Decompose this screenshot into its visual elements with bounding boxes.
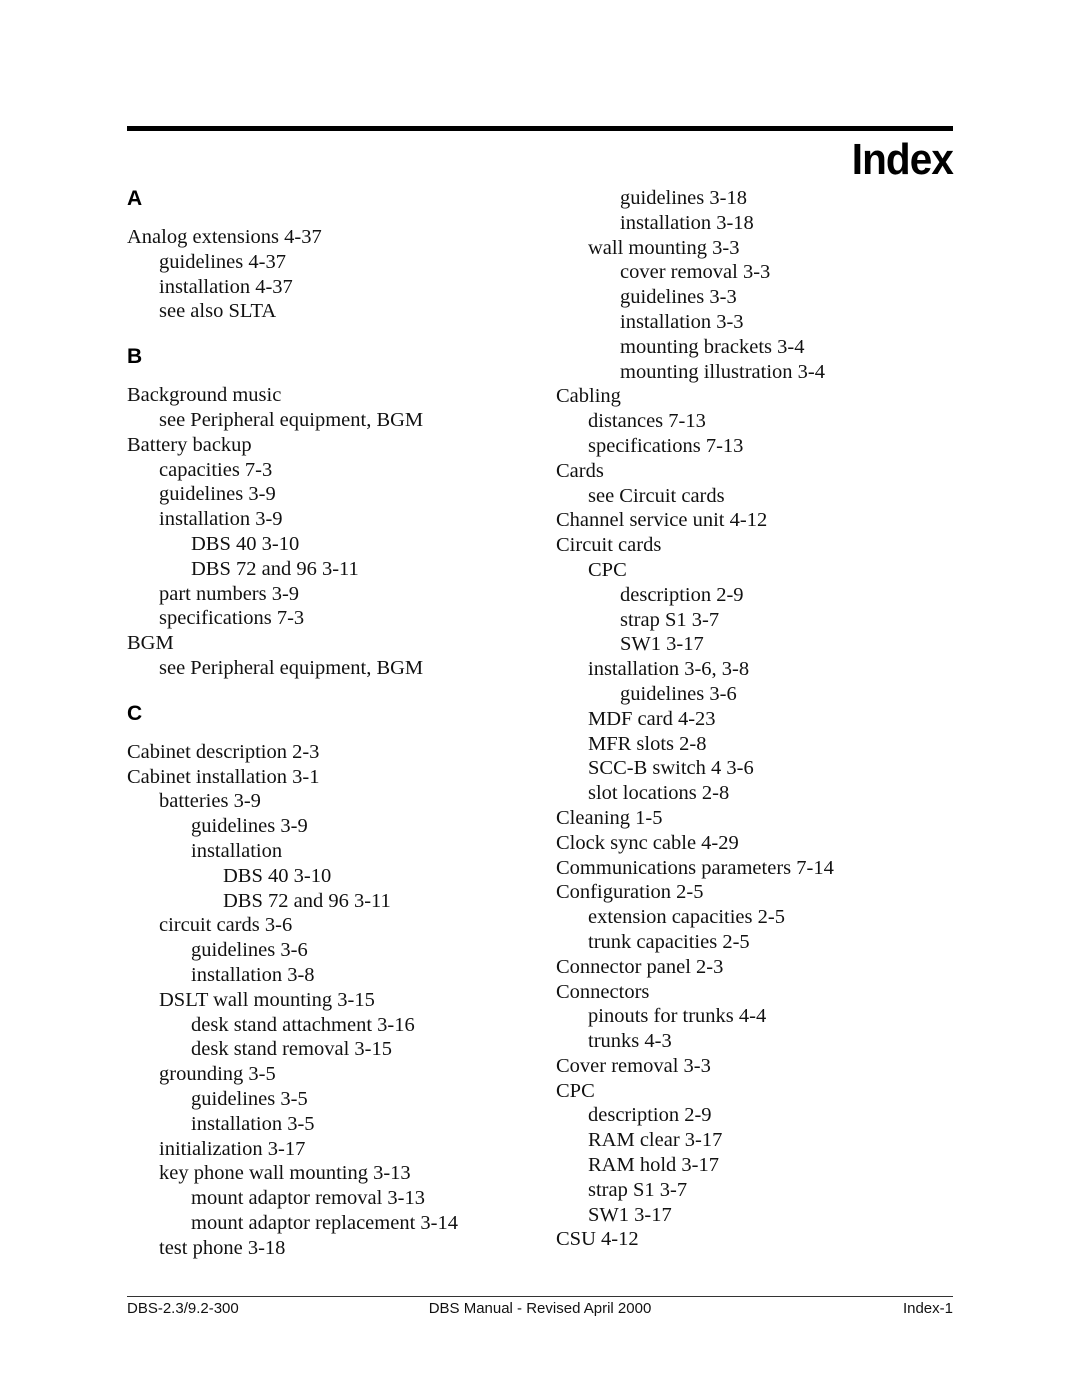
index-entry: installation 3-9 [159, 508, 283, 531]
index-entry: key phone wall mounting 3-13 [159, 1162, 411, 1185]
index-entry: desk stand removal 3-15 [191, 1038, 392, 1061]
index-entry: mount adaptor replacement 3-14 [191, 1211, 458, 1234]
index-entry: DBS 40 3-10 [223, 864, 332, 887]
index-entry: trunk capacities 2-5 [588, 930, 750, 953]
index-entry: Clock sync cable 4-29 [556, 831, 739, 854]
index-entry: installation [191, 839, 283, 862]
index-entry: Connectors [556, 980, 650, 1003]
footer-rule [127, 1296, 953, 1297]
index-entry: mount adaptor removal 3-13 [191, 1187, 425, 1210]
index-entry: distances 7-13 [588, 410, 706, 433]
section-letter: C [127, 701, 143, 725]
section-entries-continued: guidelines 3-18 installation 3-18 wall mou… [556, 186, 956, 1252]
index-entry: MFR slots 2-8 [588, 732, 707, 755]
index-entry: mounting illustration 3-4 [620, 360, 825, 383]
index-entry: CPC [588, 558, 627, 581]
index-entry: installation 3-6, 3-8 [588, 658, 750, 681]
index-entry: DBS 72 and 96 3-11 [223, 889, 391, 912]
index-entry: mounting brackets 3-4 [620, 335, 805, 358]
index-entry: Cabinet installation 3-1 [127, 765, 320, 788]
index-entry: guidelines 3-5 [191, 1087, 308, 1110]
index-column-left: A Analog extensions 4-37 guidelines 4-37 i… [127, 186, 527, 1280]
index-entry: specifications 7-3 [159, 607, 305, 630]
index-entry: Cleaning 1-5 [556, 806, 663, 829]
index-entry: MDF card 4-23 [588, 707, 716, 730]
index-entry: Analog extensions 4-37 [127, 226, 322, 248]
index-entry: wall mounting 3-3 [588, 236, 740, 259]
index-entry: desk stand attachment 3-16 [191, 1013, 415, 1036]
index-entry: description 2-9 [588, 1104, 712, 1127]
index-entry: see Peripheral equipment, BGM [159, 408, 424, 431]
header-rule [127, 126, 953, 131]
index-entry: see Peripheral equipment, BGM [159, 656, 424, 679]
index-entry: guidelines 3-9 [191, 815, 308, 838]
index-entry: guidelines 3-9 [159, 483, 276, 506]
index-entry: Cards [556, 459, 604, 482]
index-section-c: C Cabinet description 2-3 Cabinet install… [127, 701, 527, 1261]
index-entry: installation 4-37 [159, 275, 293, 298]
index-entry: SCC-B switch 4 3-6 [588, 757, 754, 780]
index-entry: extension capacities 2-5 [588, 906, 785, 929]
index-entry: see Circuit cards [588, 484, 725, 507]
index-entry: guidelines 3-6 [191, 939, 308, 962]
index-entry: cover removal 3-3 [620, 261, 771, 284]
section-letter: B [127, 345, 143, 369]
index-entry: trunks 4-3 [588, 1030, 672, 1053]
index-entry: installation 3-8 [191, 963, 315, 986]
index-column-right: guidelines 3-18 installation 3-18 wall mou… [556, 186, 956, 1252]
index-entry: Connector panel 2-3 [556, 955, 724, 978]
index-entry: SW1 3-17 [588, 1203, 672, 1226]
index-entry: batteries 3-9 [159, 790, 261, 813]
page-title: Index [851, 135, 954, 184]
index-entry: Configuration 2-5 [556, 881, 704, 904]
section-entries: Cabinet description 2-3 Cabinet installat… [127, 740, 527, 1261]
section-entries: Analog extensions 4-37 guidelines 4-37 ins… [127, 225, 527, 324]
index-entry: Cabinet description 2-3 [127, 740, 320, 763]
index-section-b: B Background music see Peripheral equipme… [127, 344, 527, 681]
page-footer: DBS-2.3/9.2-300 DBS Manual - Revised Apr… [127, 1299, 953, 1319]
index-entry: Circuit cards [556, 534, 662, 557]
index-entry: pinouts for trunks 4-4 [588, 1005, 767, 1028]
footer-manual-title: DBS Manual - Revised April 2000 [428, 1300, 652, 1317]
index-entry: Battery backup [127, 433, 252, 456]
index-entry: guidelines 3-6 [620, 682, 737, 705]
index-entry: SW1 3-17 [620, 633, 704, 656]
index-entry: DSLT wall mounting 3-15 [159, 988, 375, 1011]
index-entry: guidelines 3-3 [620, 286, 737, 309]
index-entry: part numbers 3-9 [159, 582, 300, 605]
index-entry: slot locations 2-8 [588, 782, 730, 805]
index-entry: Channel service unit 4-12 [556, 509, 768, 532]
index-entry: BGM [127, 632, 174, 655]
index-entry: installation 3-18 [620, 211, 754, 234]
footer-page-number: Index-1 [902, 1300, 953, 1317]
index-entry: RAM hold 3-17 [588, 1154, 719, 1177]
index-entry: CPC [556, 1079, 595, 1102]
index-entry: Cabling [556, 385, 621, 408]
index-entry: Cover removal 3-3 [556, 1054, 711, 1077]
index-entry: capacities 7-3 [159, 458, 273, 481]
index-entry: CSU 4-12 [556, 1228, 639, 1251]
index-entry: guidelines 4-37 [159, 250, 286, 273]
index-entry: guidelines 3-18 [620, 187, 747, 209]
index-entry: specifications 7-13 [588, 434, 744, 457]
index-entry: Communications parameters 7-14 [556, 856, 834, 879]
index-entry: installation 3-3 [620, 310, 744, 333]
index-entry: strap S1 3-7 [588, 1178, 688, 1201]
index-entry: grounding 3-5 [159, 1063, 276, 1086]
index-section-a: A Analog extensions 4-37 guidelines 4-37 i… [127, 186, 527, 324]
index-entry: circuit cards 3-6 [159, 914, 293, 937]
section-entries: Background music see Peripheral equipment… [127, 383, 527, 681]
index-entry: see also SLTA [159, 300, 277, 323]
index-entry: DBS 72 and 96 3-11 [191, 557, 359, 580]
index-entry: initialization 3-17 [159, 1137, 306, 1160]
index-entry: installation 3-5 [191, 1112, 315, 1135]
index-entry: Background music [127, 384, 282, 407]
index-entry: RAM clear 3-17 [588, 1129, 723, 1152]
index-entry: strap S1 3-7 [620, 608, 720, 631]
section-letter: A [127, 187, 143, 210]
index-entry: description 2-9 [620, 583, 744, 606]
index-entry: DBS 40 3-10 [191, 532, 300, 555]
index-entry: test phone 3-18 [159, 1236, 286, 1259]
